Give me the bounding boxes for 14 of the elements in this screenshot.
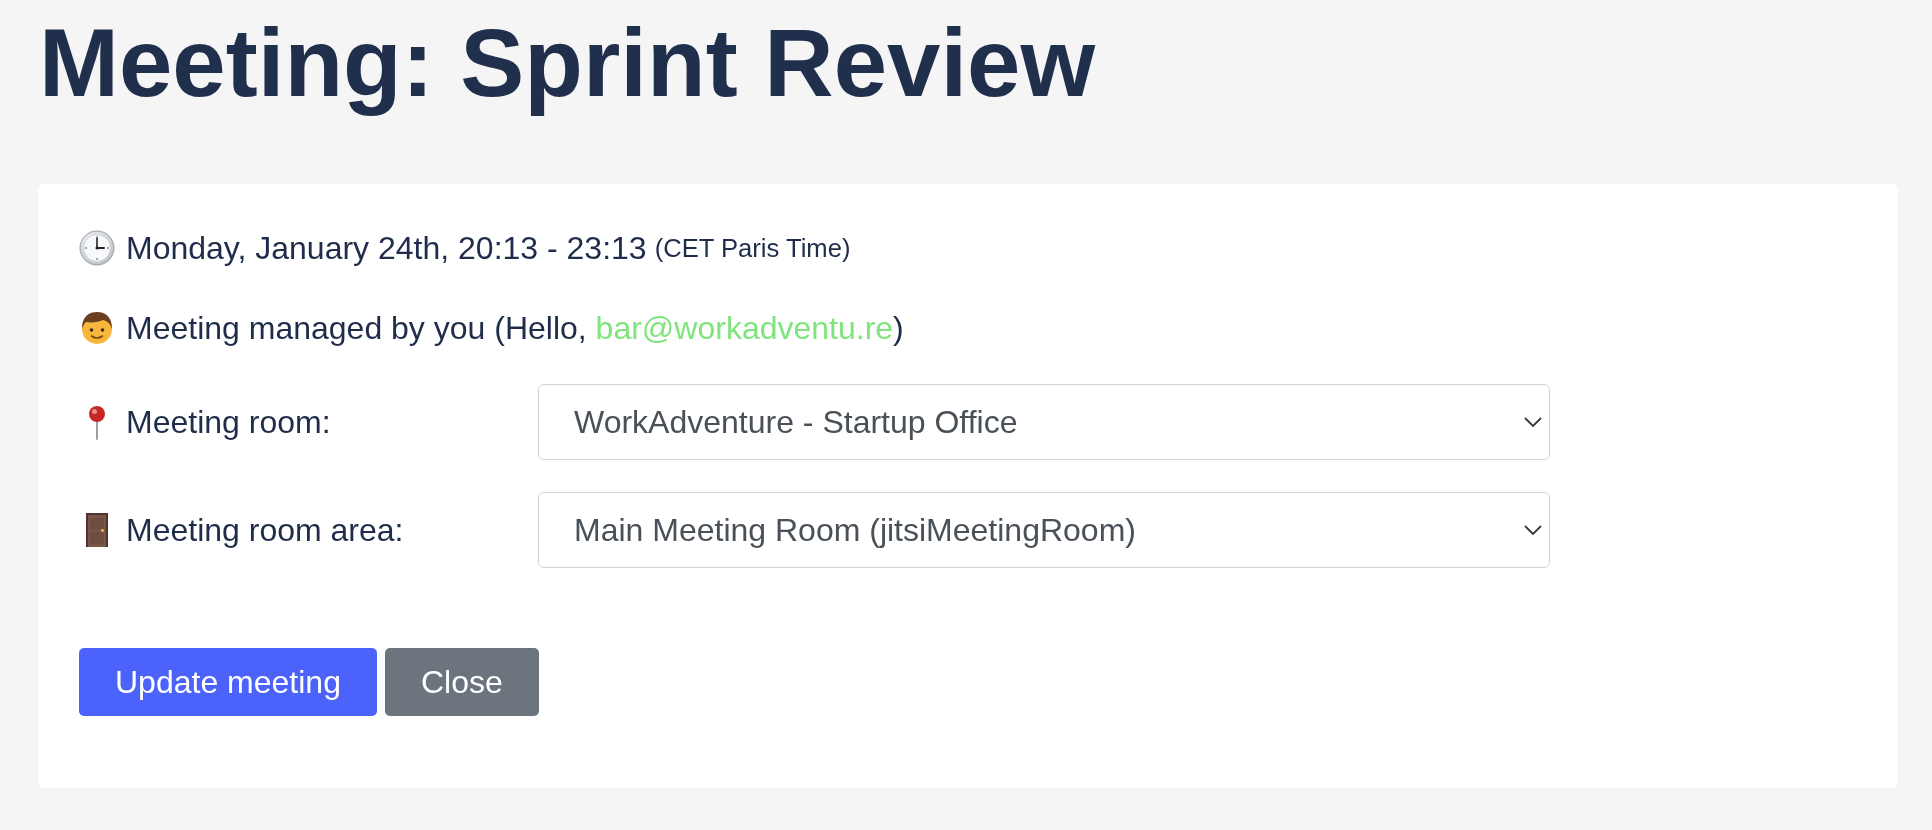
chevron-down-icon <box>1524 417 1542 428</box>
update-button[interactable]: Update meeting <box>79 648 377 717</box>
chevron-down-icon <box>1524 525 1542 536</box>
room-select[interactable]: Main Meeting Room (jitsiMeetingRoom) <box>538 492 1550 569</box>
field-label: Meeting room: <box>126 403 331 443</box>
timezone-text: (CET Paris Time) <box>654 233 851 265</box>
clock-icon <box>79 230 115 267</box>
close-button[interactable]: Close <box>384 648 539 717</box>
meeting-time-text: Monday, January 24th, 20:13 - 23:13 <box>126 229 647 269</box>
manager-text: Meeting managed by you (Hello, bar@workadventu.re) <box>126 309 904 349</box>
page-title: Meeting: Sprint Review <box>39 8 1096 118</box>
room-select[interactable]: WorkAdventure - Startup Office <box>538 384 1550 461</box>
field-label: Meeting room area: <box>126 511 404 551</box>
person-icon <box>79 310 115 347</box>
